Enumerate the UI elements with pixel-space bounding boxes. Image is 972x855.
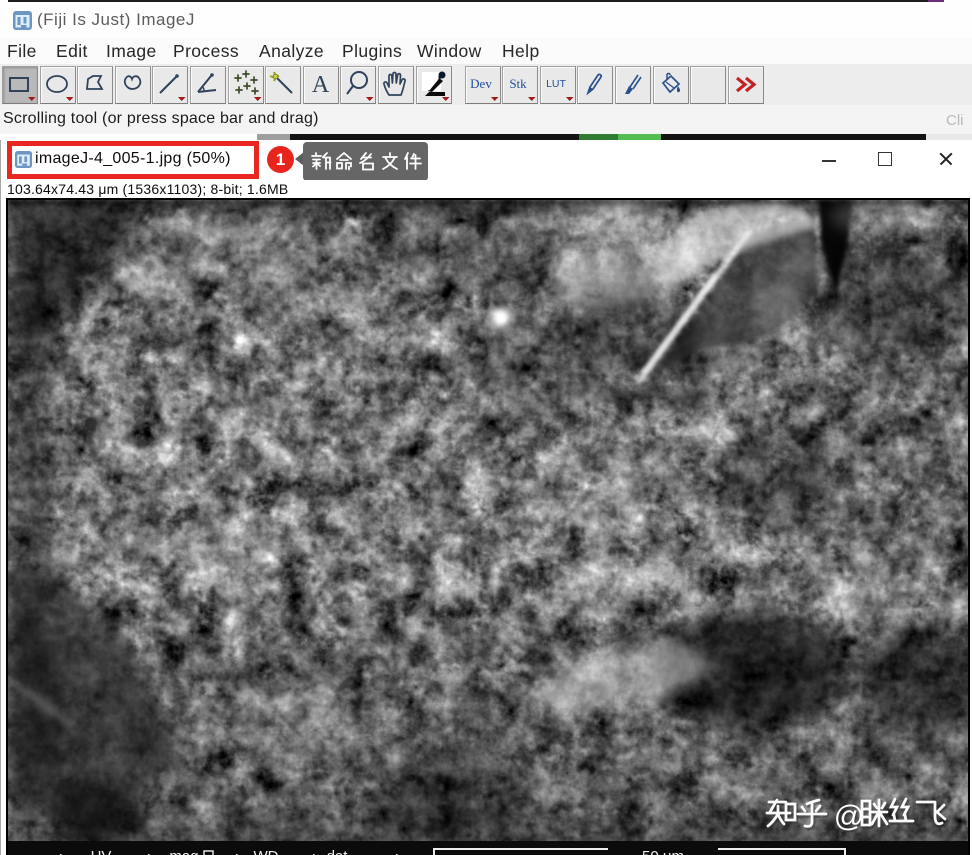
svg-text:WD: WD (254, 848, 279, 855)
svg-text:A: A (312, 72, 330, 98)
svg-text:mag: mag (169, 848, 198, 855)
svg-text:LUT: LUT (546, 78, 566, 90)
svg-text:Dev: Dev (470, 76, 492, 91)
svg-text:det: det (327, 848, 349, 855)
svg-text:@: @ (834, 800, 864, 833)
svg-text:Stk: Stk (509, 76, 527, 91)
svg-text:HV: HV (91, 848, 112, 855)
svg-text:50 μm: 50 μm (642, 848, 684, 855)
